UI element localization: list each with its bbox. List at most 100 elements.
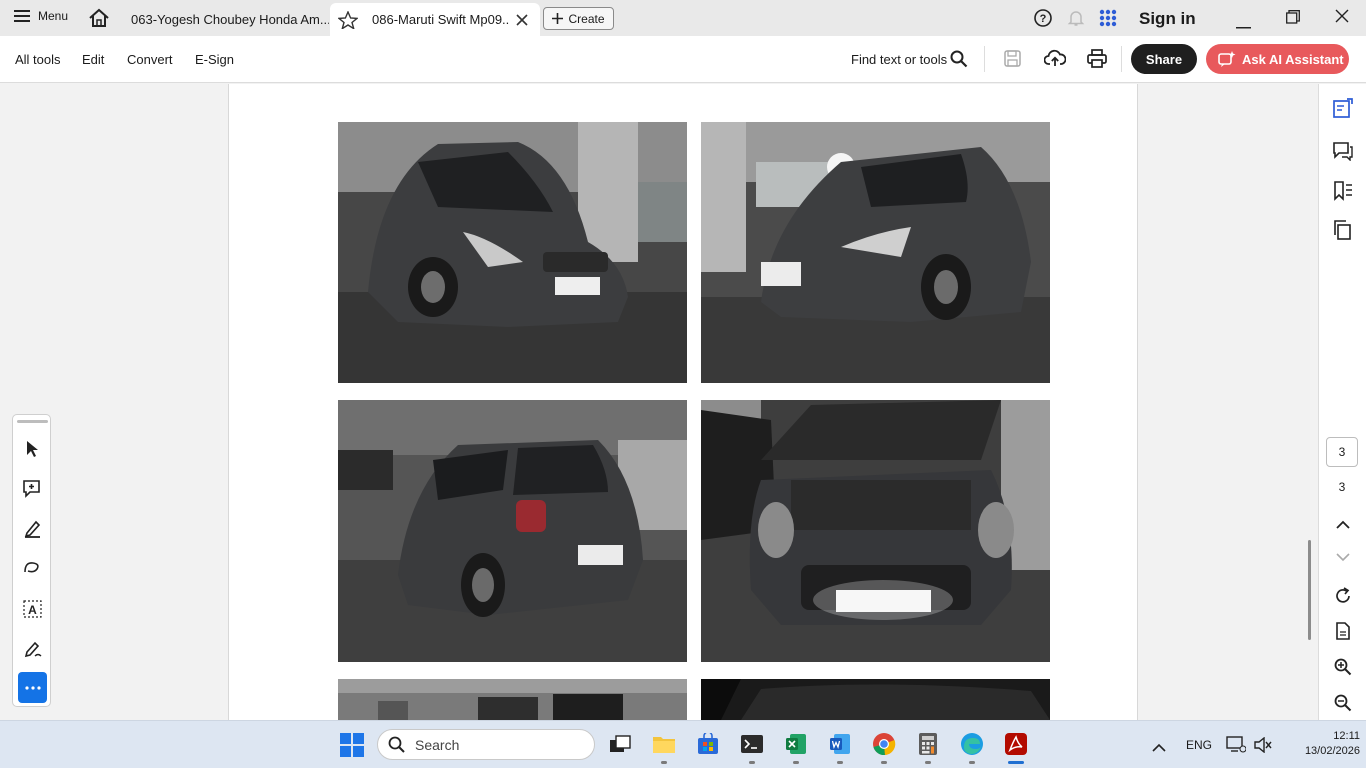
microsoft-store-button[interactable] bbox=[695, 731, 721, 757]
find-text-or-tools[interactable]: Find text or tools bbox=[851, 52, 947, 67]
word-button[interactable] bbox=[827, 731, 853, 757]
minimize-button[interactable] bbox=[1236, 17, 1251, 32]
ai-assistant-icon bbox=[1218, 51, 1236, 67]
minimize-icon bbox=[1236, 27, 1251, 29]
search-icon bbox=[388, 736, 405, 753]
hamburger-icon bbox=[14, 10, 30, 22]
pen-highlight-icon bbox=[24, 520, 40, 538]
restore-button[interactable] bbox=[1286, 10, 1300, 27]
current-page-input[interactable]: 3 bbox=[1326, 437, 1358, 467]
help-icon: ? bbox=[1034, 9, 1052, 27]
total-pages: 3 bbox=[1338, 480, 1346, 494]
zoom-out-button[interactable] bbox=[1331, 691, 1355, 715]
zoom-out-icon bbox=[1334, 694, 1352, 712]
close-icon[interactable] bbox=[516, 13, 528, 26]
drag-handle[interactable] bbox=[17, 420, 48, 423]
start-button[interactable] bbox=[339, 732, 365, 758]
more-tools-button[interactable] bbox=[18, 672, 47, 703]
edit-document-icon bbox=[1333, 98, 1353, 118]
rotate-button[interactable] bbox=[1331, 584, 1355, 608]
edit-pdf-panel-button[interactable] bbox=[1331, 96, 1355, 120]
clock-date: 13/02/2026 bbox=[1304, 745, 1360, 757]
add-comment-button[interactable] bbox=[18, 474, 47, 503]
help-button[interactable]: ? bbox=[1034, 9, 1052, 30]
create-label: Create bbox=[568, 11, 605, 26]
edge-button[interactable] bbox=[959, 731, 985, 757]
pages-panel-button[interactable] bbox=[1331, 218, 1355, 242]
comments-panel-button[interactable] bbox=[1331, 139, 1355, 163]
print-button[interactable] bbox=[1087, 49, 1107, 71]
folder-icon bbox=[653, 737, 675, 753]
toolbar-divider bbox=[1121, 46, 1122, 72]
store-icon bbox=[698, 733, 718, 754]
zoom-in-icon bbox=[1334, 658, 1352, 676]
cloud-upload-icon bbox=[1043, 49, 1067, 66]
edit-menu[interactable]: Edit bbox=[82, 52, 104, 67]
print-icon bbox=[1087, 49, 1107, 68]
ask-ai-assistant-button[interactable]: Ask AI Assistant bbox=[1206, 44, 1349, 74]
upload-cloud-button[interactable] bbox=[1043, 49, 1067, 71]
menu-button[interactable]: Menu bbox=[14, 9, 68, 23]
sign-tool-button[interactable] bbox=[18, 634, 47, 663]
plus-icon bbox=[552, 13, 564, 24]
file-explorer-button[interactable] bbox=[651, 731, 677, 757]
next-page-button[interactable] bbox=[1331, 545, 1355, 569]
word-icon bbox=[830, 734, 850, 754]
all-tools-menu[interactable]: All tools bbox=[15, 52, 61, 67]
vertical-scrollbar[interactable] bbox=[1308, 540, 1311, 640]
show-hidden-icons-button[interactable] bbox=[1152, 740, 1166, 755]
chrome-button[interactable] bbox=[871, 731, 897, 757]
highlight-tool-button[interactable] bbox=[18, 514, 47, 543]
volume-button[interactable] bbox=[1254, 736, 1272, 756]
excel-button[interactable] bbox=[783, 731, 809, 757]
create-button[interactable]: Create bbox=[543, 7, 614, 30]
car-photo-front-right bbox=[701, 122, 1050, 383]
convert-menu[interactable]: Convert bbox=[127, 52, 173, 67]
svg-text:A: A bbox=[28, 603, 37, 617]
search-icon bbox=[950, 50, 968, 68]
terminal-button[interactable] bbox=[739, 731, 765, 757]
more-options-icon bbox=[24, 685, 41, 690]
select-tool-button[interactable] bbox=[18, 434, 47, 463]
tab-document-2[interactable]: 086-Maruti Swift Mp09... bbox=[330, 3, 540, 36]
page-size-button[interactable] bbox=[1331, 619, 1355, 643]
calculator-button[interactable] bbox=[915, 731, 941, 757]
refresh-icon bbox=[1336, 587, 1350, 603]
system-clock[interactable]: 12:11 13/02/2026 bbox=[1302, 729, 1360, 759]
car-photo-parking bbox=[338, 679, 687, 720]
taskbar-search[interactable]: Search bbox=[377, 729, 595, 760]
task-view-button[interactable] bbox=[607, 731, 633, 757]
tab-document-1[interactable]: 063-Yogesh Choubey Honda Am... bbox=[119, 3, 329, 36]
apps-button[interactable] bbox=[1099, 9, 1117, 30]
draw-tool-button[interactable] bbox=[18, 554, 47, 583]
e-sign-menu[interactable]: E-Sign bbox=[195, 52, 234, 67]
page-fit-icon bbox=[1336, 622, 1350, 640]
previous-page-button[interactable] bbox=[1331, 512, 1355, 536]
running-indicator bbox=[793, 761, 799, 764]
chevron-up-icon bbox=[1336, 520, 1350, 529]
home-button[interactable] bbox=[88, 8, 110, 31]
network-status-button[interactable] bbox=[1226, 736, 1247, 756]
restore-icon bbox=[1286, 10, 1300, 24]
acrobat-button[interactable] bbox=[1003, 731, 1029, 757]
right-rail: 3 3 bbox=[1318, 84, 1366, 720]
close-window-button[interactable] bbox=[1335, 9, 1349, 26]
zoom-in-button[interactable] bbox=[1331, 655, 1355, 679]
star-icon[interactable] bbox=[338, 10, 358, 29]
find-search-button[interactable] bbox=[950, 50, 968, 71]
save-button[interactable] bbox=[1004, 50, 1021, 70]
text-recognize-button[interactable]: A bbox=[18, 594, 47, 623]
car-photo-rear-left bbox=[338, 400, 687, 662]
running-indicator bbox=[837, 761, 843, 764]
title-tab-bar: Menu 063-Yogesh Choubey Honda Am... 086-… bbox=[0, 0, 1366, 36]
sign-in-button[interactable]: Sign in bbox=[1139, 9, 1196, 29]
bookmarks-panel-button[interactable] bbox=[1331, 179, 1355, 203]
share-button[interactable]: Share bbox=[1131, 44, 1197, 74]
input-language[interactable]: ENG bbox=[1186, 738, 1212, 752]
ai-assistant-label: Ask AI Assistant bbox=[1242, 51, 1344, 67]
chevron-down-icon bbox=[1336, 552, 1350, 561]
chevron-up-icon bbox=[1152, 743, 1166, 752]
running-indicator bbox=[749, 761, 755, 764]
notifications-button[interactable] bbox=[1067, 9, 1085, 30]
toolbar-divider bbox=[984, 46, 985, 72]
